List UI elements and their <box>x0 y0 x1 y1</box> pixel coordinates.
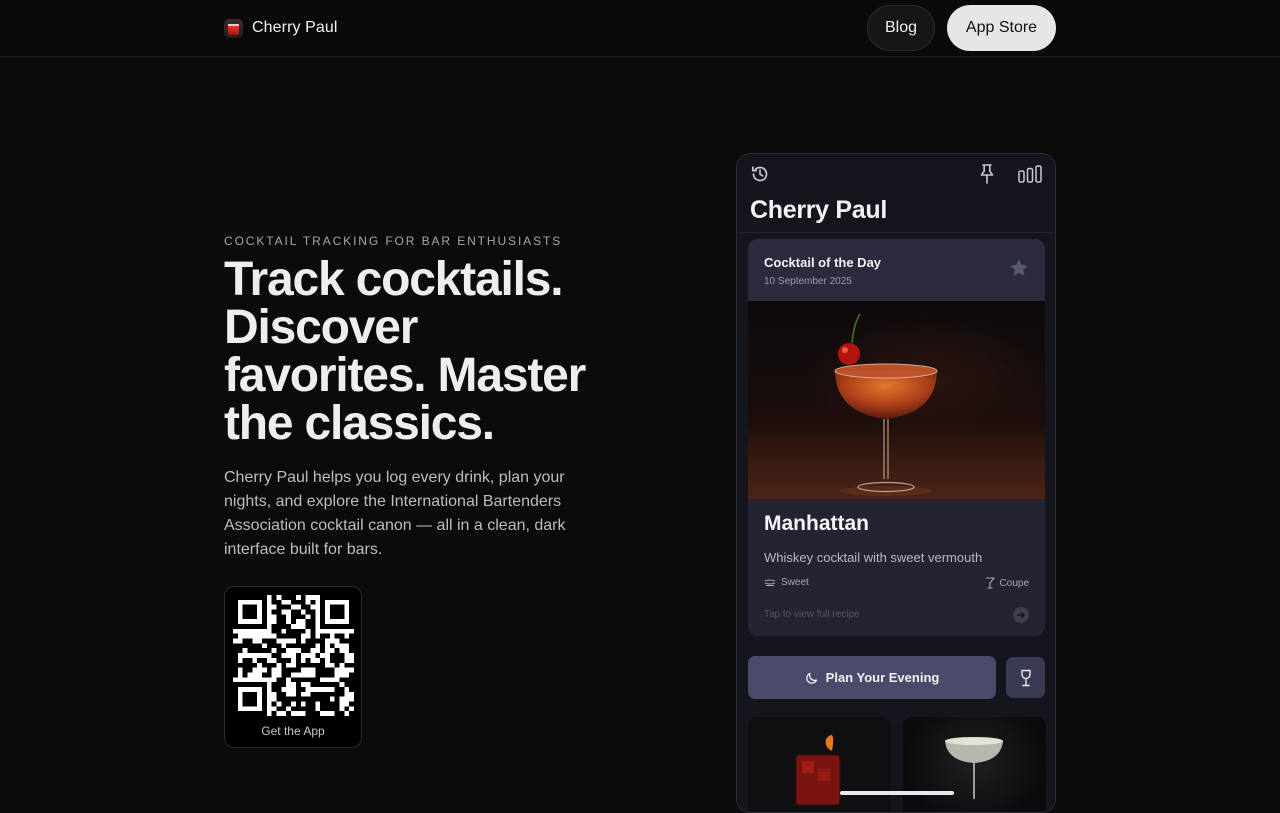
app-store-button[interactable]: App Store <box>947 5 1056 51</box>
pin-icon[interactable] <box>978 163 996 185</box>
plan-evening-label: Plan Your Evening <box>825 670 940 685</box>
coupe-glass-illustration <box>748 313 1045 499</box>
arrow-right-circle-icon[interactable] <box>1013 607 1029 623</box>
hero-description: Cherry Paul helps you log every drink, p… <box>224 469 566 558</box>
moon-icon <box>805 672 817 684</box>
download-qr-card[interactable]: Get the App <box>224 586 362 748</box>
cocktail-of-the-day-card[interactable]: Cocktail of the Day 10 September 2025 Ma… <box>748 239 1045 636</box>
cocktail-thumbnail[interactable] <box>903 717 1046 812</box>
hero-eyebrow: COCKTAIL TRACKING FOR BAR ENTHUSIASTS <box>224 234 563 248</box>
home-indicator <box>840 791 954 795</box>
history-icon[interactable] <box>750 164 770 184</box>
plan-evening-button[interactable]: Plan Your Evening <box>748 656 996 699</box>
blog-link[interactable]: Blog <box>867 5 935 51</box>
wine-glass-button[interactable] <box>1006 657 1045 698</box>
cocktail-glass-logo-icon <box>224 18 243 38</box>
hero-headline: Track cocktails. Discover favorites. Mas… <box>224 253 586 450</box>
wine-glass-icon <box>1020 669 1031 686</box>
top-navigation: Cherry Paul Blog App Store <box>0 0 1280 57</box>
qr-caption: Get the App <box>261 724 325 738</box>
taste-tag: Sweet <box>764 577 809 588</box>
cocktail-thumbnail[interactable] <box>748 717 891 812</box>
card-heading: Cocktail of the Day <box>764 255 882 270</box>
star-icon[interactable] <box>1008 257 1030 279</box>
coupe-glass-icon <box>985 577 995 589</box>
glass-tag: Coupe <box>985 577 1029 589</box>
taste-icon <box>764 578 776 586</box>
qr-code-image <box>233 595 354 716</box>
negroni-illustration <box>795 735 841 806</box>
header-divider <box>737 232 1055 233</box>
cocktail-description: Whiskey cocktail with sweet vermouth <box>764 550 983 565</box>
app-preview-phone: Cherry Paul Cocktail of the Day 10 Septe… <box>736 153 1056 813</box>
brand-name: Cherry Paul <box>252 19 338 36</box>
view-recipe-hint: Tap to view full recipe <box>764 609 860 620</box>
card-header: Cocktail of the Day 10 September 2025 <box>748 239 1045 301</box>
stats-icon[interactable] <box>1018 165 1042 183</box>
cocktail-name: Manhattan <box>764 512 869 535</box>
daiquiri-illustration <box>945 737 1003 799</box>
glass-label: Coupe <box>999 577 1029 589</box>
taste-label: Sweet <box>781 577 809 588</box>
app-title: Cherry Paul <box>750 196 888 224</box>
manhattan-photo <box>748 301 1045 499</box>
card-date: 10 September 2025 <box>764 276 852 287</box>
brand-link[interactable]: Cherry Paul <box>224 17 338 39</box>
